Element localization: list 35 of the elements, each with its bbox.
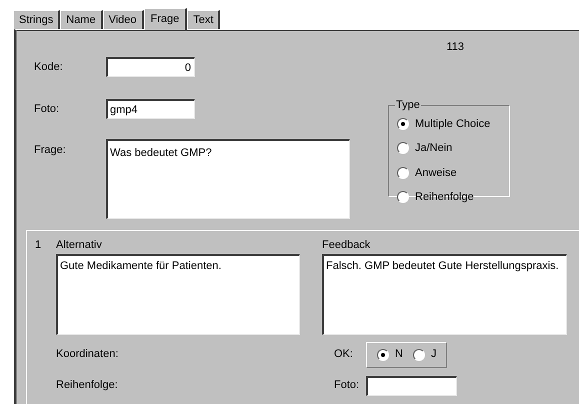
radio-button[interactable]	[412, 348, 425, 360]
radio-label: N	[395, 347, 403, 362]
tab[interactable]: Frage	[144, 8, 188, 30]
radio-button[interactable]	[397, 166, 409, 179]
text-area[interactable]: Gute Medikamente für Patienten.	[56, 254, 300, 334]
field-label: Foto:	[34, 102, 60, 117]
radio-label: Anweise	[415, 166, 457, 180]
tab[interactable]: Text	[187, 10, 220, 29]
radio-button[interactable]	[397, 191, 409, 204]
radio-button[interactable]	[397, 118, 409, 130]
radio-label: Ja/Nein	[415, 141, 452, 156]
radio-button[interactable]	[397, 142, 409, 154]
radio-label: Multiple Choice	[415, 116, 490, 132]
field-label: Koordinaten:	[56, 347, 120, 362]
record-number: 113	[446, 40, 464, 53]
input-field[interactable]: gmp4	[106, 99, 195, 119]
tab[interactable]: Name	[60, 10, 103, 29]
radio-label: Reihenfolge	[415, 190, 474, 205]
field-label: Reihenfolge:	[56, 378, 119, 394]
group-title: Type	[395, 98, 421, 113]
field-label: Frage:	[34, 143, 67, 158]
field-label: Kode:	[34, 60, 64, 75]
text-area[interactable]: Was bedeutet GMP?	[106, 139, 350, 219]
alternative-number: 1	[35, 238, 42, 253]
radio-label: J	[430, 347, 436, 362]
column-label: Alternativ	[56, 238, 103, 253]
tab[interactable]: Video	[102, 10, 144, 29]
tab[interactable]: Strings	[13, 10, 60, 29]
input-field[interactable]	[366, 376, 457, 396]
text-area[interactable]: Falsch. GMP bedeutet Gute Herstellungspraxis.	[322, 254, 567, 334]
field-label: Foto:	[334, 378, 360, 394]
radio-button[interactable]	[377, 348, 389, 360]
column-label: Feedback	[322, 238, 372, 253]
field-label: OK:	[334, 347, 354, 362]
input-field[interactable]: 0	[106, 57, 195, 77]
